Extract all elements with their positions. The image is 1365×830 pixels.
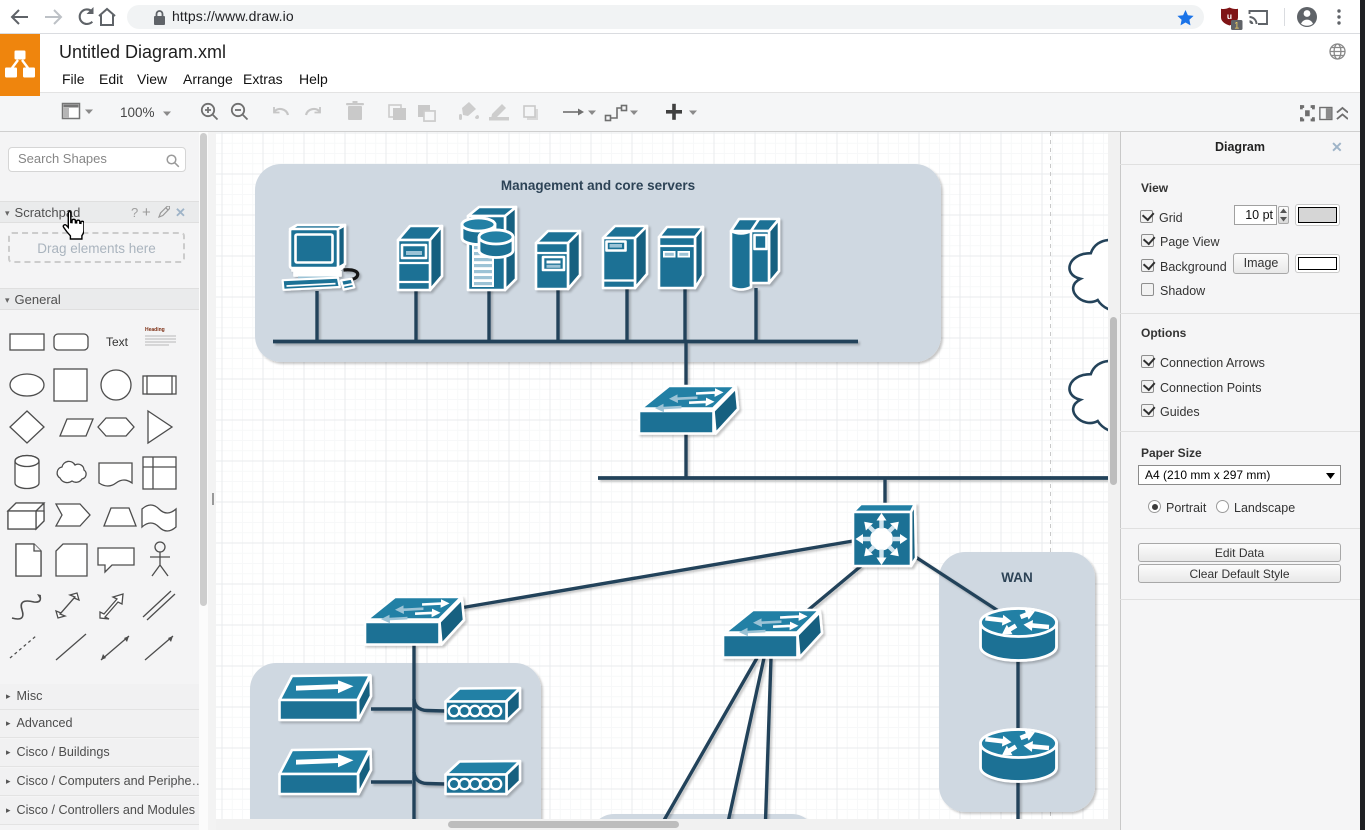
svg-text:Heading: Heading [145,327,165,333]
svg-text:1: 1 [1234,20,1239,30]
svg-text:Management and core servers: Management and core servers [501,178,695,193]
svg-text:Text: Text [106,335,129,349]
svg-text:u: u [1227,11,1232,21]
svg-text:WAN: WAN [1001,570,1033,585]
svg-text:100%: 100% [120,105,155,120]
